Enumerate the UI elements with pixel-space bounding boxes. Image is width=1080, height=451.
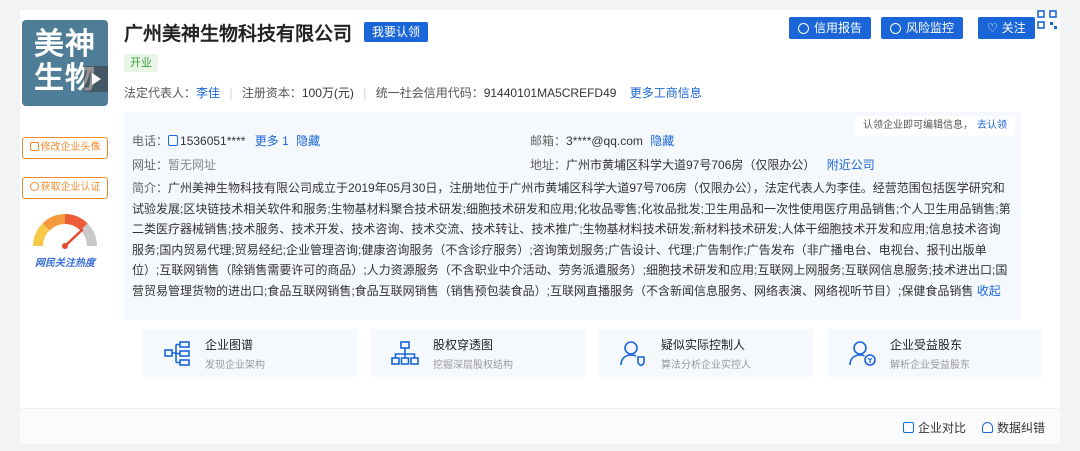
edit-logo-label: 修改企业头像 — [40, 142, 101, 153]
get-cert-label: 获取企业认证 — [40, 182, 101, 193]
claim-tip: 认领企业即可编辑信息， 去认领 — [855, 116, 1015, 136]
qr-code-icon[interactable] — [1036, 10, 1060, 32]
get-cert-button[interactable]: 获取企业认证 — [22, 177, 108, 199]
address-label: 地址： — [530, 158, 567, 172]
feature-subtitle: 挖掘深层股权结构 — [433, 360, 513, 371]
feature-card-org-chart[interactable]: 企业图谱 发现企业架构 — [143, 329, 357, 377]
intro-label: 简介： — [132, 181, 169, 195]
feature-title: 企业受益股东 — [890, 338, 963, 352]
credit-code-value: 91440101MA5CREFD49 — [483, 86, 617, 100]
company-name: 广州美神生物科技有限公司 — [124, 24, 353, 45]
collapse-link[interactable]: 收起 — [977, 284, 1001, 298]
credit-report-button[interactable]: 信用报告 — [789, 17, 872, 39]
equity-tree-icon — [391, 341, 419, 365]
beneficiary-icon — [849, 341, 876, 366]
status-badge: 开业 — [124, 54, 158, 72]
website-row: 网址：暂无网址 — [132, 156, 216, 173]
detail-panel: 认领企业即可编辑信息， 去认领 电话： 1536051**** 更多 1 隐藏 邮箱… — [124, 112, 1021, 320]
eye-icon — [890, 23, 901, 34]
website-label: 网址： — [132, 158, 169, 172]
website-value: 暂无网址 — [168, 158, 217, 172]
follow-label: 关注 — [1001, 21, 1026, 35]
credit-code-label: 统一社会信用代码： — [375, 86, 484, 100]
address-value: 广州市黄埔区科学大道97号706房（仅限办公） — [566, 158, 816, 172]
phone-label: 电话： — [132, 134, 169, 148]
feature-title: 疑似实际控制人 — [661, 338, 746, 352]
credit-report-label: 信用报告 — [814, 21, 863, 35]
play-video-icon[interactable] — [84, 66, 108, 92]
email-hide-link[interactable]: 隐藏 — [650, 134, 674, 148]
compare-button[interactable]: 企业对比 — [903, 419, 966, 436]
risk-monitor-button[interactable]: 风险监控 — [881, 17, 964, 39]
feature-card-controller[interactable]: 疑似实际控制人 算法分析企业实控人 — [599, 329, 813, 377]
org-chart-icon — [164, 341, 190, 366]
divider: | — [363, 86, 367, 100]
more-business-info-link[interactable]: 更多工商信息 — [630, 86, 702, 100]
email-row: 邮箱：3****@qq.com 隐藏 — [530, 132, 674, 149]
feature-subtitle: 算法分析企业实控人 — [661, 360, 751, 371]
feature-card-equity[interactable]: 股权穿透图 挖掘深层股权结构 — [371, 329, 585, 377]
legal-rep-link[interactable]: 李佳 — [196, 86, 220, 100]
feature-card-beneficiary[interactable]: 企业受益股东 解析企业受益股东 — [828, 329, 1042, 377]
certificate-icon — [29, 182, 39, 191]
edit-logo-button[interactable]: 修改企业头像 — [22, 137, 108, 159]
nearby-companies-link[interactable]: 附近公司 — [827, 158, 875, 172]
feature-subtitle: 发现企业架构 — [205, 360, 265, 371]
image-icon — [29, 142, 39, 151]
phone-more-link[interactable]: 更多 1 — [255, 134, 289, 148]
basic-info: 法定代表人：李佳 | 注册资本：100万(元) | 统一社会信用代码：91440… — [124, 84, 702, 101]
phone-value: 1536051**** — [180, 134, 246, 148]
feature-title: 股权穿透图 — [433, 338, 494, 352]
capital-label: 注册资本： — [241, 86, 302, 100]
gauge-label: 网民关注热度 — [35, 258, 95, 269]
feature-title: 企业图谱 — [205, 338, 254, 352]
email-value: 3****@qq.com — [566, 134, 643, 148]
follow-button[interactable]: ♡ 关注 — [978, 17, 1035, 39]
company-intro: 简介：广州美神生物科技有限公司成立于2019年05月30日，注册地位于广州市黄埔… — [132, 178, 1012, 301]
phone-icon — [168, 135, 179, 146]
claim-button[interactable]: 我要认领 — [364, 22, 429, 42]
controller-icon — [620, 341, 645, 367]
cloud-download-icon — [798, 23, 809, 34]
correction-label: 数据纠错 — [997, 421, 1046, 435]
company-logo[interactable]: 美神 生物 — [22, 20, 108, 106]
heart-icon: ♡ — [987, 21, 998, 35]
compare-label: 企业对比 — [918, 421, 967, 435]
home-icon — [982, 422, 993, 433]
email-label: 邮箱： — [530, 134, 567, 148]
tip-text: 认领企业即可编辑信息， — [863, 120, 973, 131]
capital-value: 100万(元) — [301, 86, 354, 100]
address-row: 地址：广州市黄埔区科学大道97号706房（仅限办公） 附近公司 — [530, 156, 875, 173]
feature-subtitle: 解析企业受益股东 — [890, 360, 970, 371]
data-correction-button[interactable]: 数据纠错 — [982, 419, 1045, 436]
divider: | — [229, 86, 233, 100]
intro-text: 广州美神生物科技有限公司成立于2019年05月30日，注册地位于广州市黄埔区科学… — [132, 181, 1011, 298]
phone-row: 电话： 1536051**** 更多 1 隐藏 — [132, 132, 320, 149]
tip-claim-link[interactable]: 去认领 — [977, 120, 1007, 131]
legal-rep-label: 法定代表人： — [124, 86, 197, 100]
compare-icon — [903, 422, 914, 433]
risk-monitor-label: 风险监控 — [906, 21, 955, 35]
phone-hide-link[interactable]: 隐藏 — [296, 134, 320, 148]
attention-gauge — [33, 214, 97, 249]
